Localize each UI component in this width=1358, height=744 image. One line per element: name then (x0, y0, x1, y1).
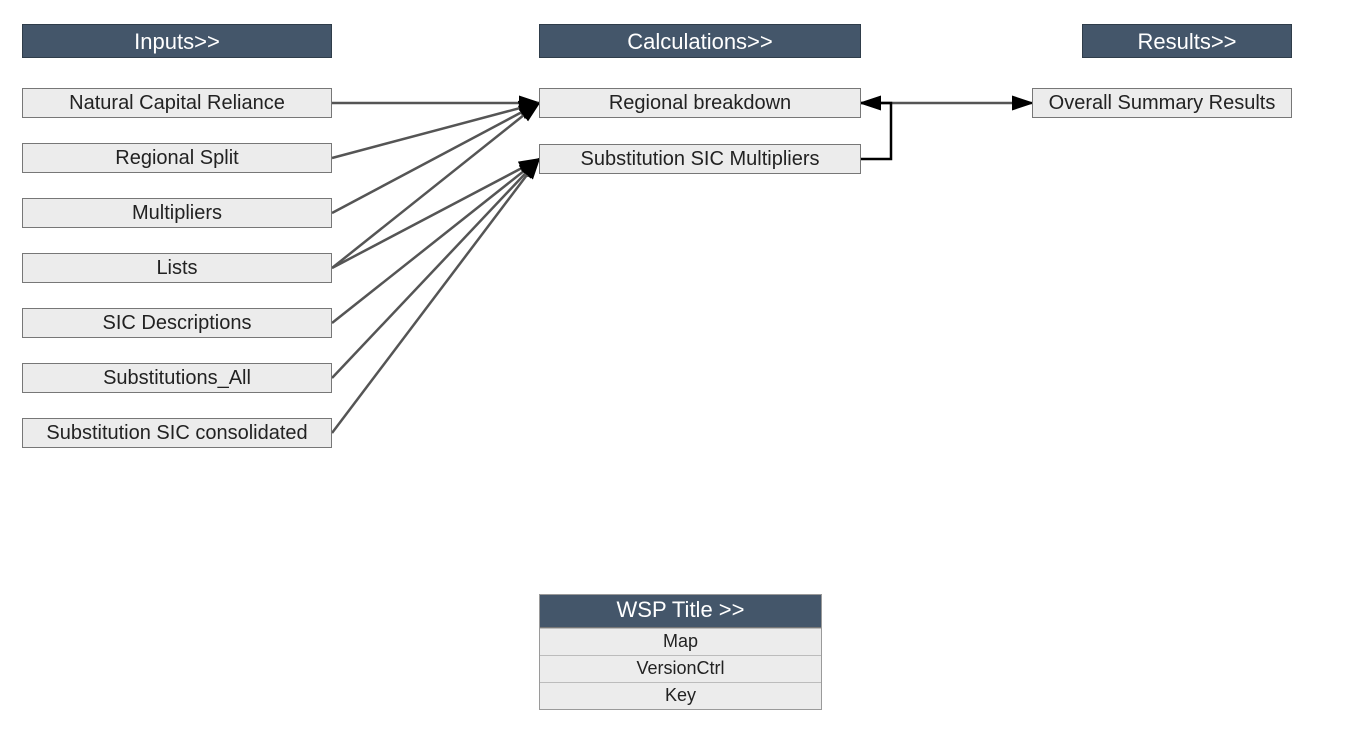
input-multipliers: Multipliers (22, 198, 332, 228)
wsp-row-key: Key (540, 682, 821, 709)
wsp-table: WSP Title >> Map VersionCtrl Key (539, 594, 822, 710)
inputs-header: Inputs>> (22, 24, 332, 58)
results-header: Results>> (1082, 24, 1292, 58)
result-overall-summary: Overall Summary Results (1032, 88, 1292, 118)
input-substitution-sic-consolidated: Substitution SIC consolidated (22, 418, 332, 448)
input-lists: Lists (22, 253, 332, 283)
input-sic-descriptions: SIC Descriptions (22, 308, 332, 338)
input-natural-capital-reliance: Natural Capital Reliance (22, 88, 332, 118)
wsp-row-map: Map (540, 628, 821, 655)
input-substitutions-all: Substitutions_All (22, 363, 332, 393)
calc-substitution-sic-multipliers: Substitution SIC Multipliers (539, 144, 861, 174)
calculations-header: Calculations>> (539, 24, 861, 58)
calc-regional-breakdown: Regional breakdown (539, 88, 861, 118)
input-regional-split: Regional Split (22, 143, 332, 173)
wsp-title: WSP Title >> (540, 595, 821, 628)
wsp-row-version: VersionCtrl (540, 655, 821, 682)
